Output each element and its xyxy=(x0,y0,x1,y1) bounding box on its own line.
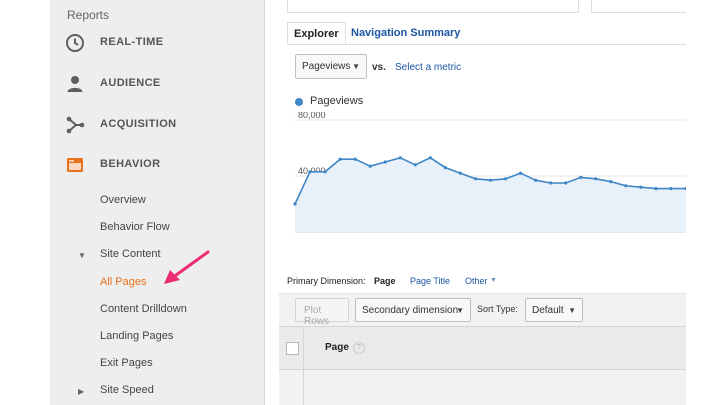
data-point xyxy=(624,184,628,188)
legend-dot-icon xyxy=(295,98,303,106)
sort-type-dropdown[interactable]: Default ▼ xyxy=(525,298,583,322)
metric-dropdown[interactable]: Pageviews ▼ xyxy=(295,54,367,79)
y-tick-label: 80,000 xyxy=(298,112,326,120)
person-icon xyxy=(67,76,83,92)
behavior-icon xyxy=(67,158,83,172)
plot-rows-label: Plot Rows xyxy=(304,305,330,327)
other-chevron-icon[interactable]: ▼ xyxy=(490,277,497,284)
data-point xyxy=(458,171,463,175)
select-metric-link[interactable]: Select a metric xyxy=(395,62,461,73)
data-point xyxy=(549,181,553,185)
data-point xyxy=(654,187,658,191)
nav-audience-label: AUDIENCE xyxy=(100,77,161,89)
nav-behavior-flow[interactable]: Behavior Flow xyxy=(100,221,170,233)
caret-right-icon[interactable]: ▶ xyxy=(78,387,84,396)
main-content: Explorer Navigation Summary Pageviews ▼ … xyxy=(279,0,686,405)
acquisition-icon xyxy=(66,116,85,134)
sort-type-label: Sort Type: xyxy=(477,304,518,314)
column-header-page[interactable]: Page xyxy=(325,342,349,353)
tabs-divider xyxy=(287,44,686,45)
nav-behavior-label: BEHAVIOR xyxy=(100,158,161,170)
top-panel xyxy=(287,0,579,13)
nav-exit-pages[interactable]: Exit Pages xyxy=(100,357,153,369)
data-point xyxy=(473,177,478,181)
pageviews-chart: 80,00040,000 xyxy=(293,112,686,233)
vs-label: vs. xyxy=(372,62,386,73)
nav-site-speed[interactable]: Site Speed xyxy=(100,384,154,396)
nav-real-time-label: REAL-TIME xyxy=(100,36,164,48)
data-point xyxy=(609,180,613,184)
reports-heading: Reports xyxy=(67,8,110,22)
data-point xyxy=(413,163,417,167)
data-point xyxy=(293,202,297,206)
secondary-dimension-label: Secondary dimension xyxy=(362,305,459,316)
legend-label: Pageviews xyxy=(310,95,364,107)
data-point xyxy=(579,175,583,179)
data-point xyxy=(594,177,598,181)
data-point xyxy=(383,160,387,164)
annotation-arrow-icon xyxy=(164,250,210,284)
nav-real-time[interactable]: REAL-TIME xyxy=(50,28,264,58)
column-divider xyxy=(303,369,304,405)
metric-dropdown-value: Pageviews xyxy=(302,61,351,72)
data-point xyxy=(443,166,447,170)
top-panel-right xyxy=(591,0,686,13)
secondary-dimension-dropdown[interactable]: Secondary dimension ▼ xyxy=(355,298,471,322)
column-divider xyxy=(303,327,304,369)
primary-dimension-current: Page xyxy=(374,276,396,286)
primary-dimension-other[interactable]: Other xyxy=(465,276,488,286)
plot-rows-button[interactable]: Plot Rows xyxy=(295,298,349,327)
chevron-down-icon: ▼ xyxy=(352,62,360,71)
data-point xyxy=(488,178,493,182)
data-point xyxy=(669,187,673,191)
data-point xyxy=(534,178,538,182)
data-point xyxy=(398,156,402,160)
nav-site-content[interactable]: Site Content xyxy=(100,248,161,260)
data-point xyxy=(428,156,432,160)
clock-icon xyxy=(66,34,84,52)
data-point xyxy=(503,177,508,181)
primary-dimension-label: Primary Dimension: xyxy=(287,276,366,286)
nav-acquisition[interactable]: ACQUISITION xyxy=(50,110,264,140)
data-point xyxy=(368,164,372,168)
tab-navigation-summary[interactable]: Navigation Summary xyxy=(345,22,466,44)
chevron-down-icon: ▼ xyxy=(456,306,464,315)
data-point xyxy=(308,170,312,174)
data-point xyxy=(564,181,568,185)
nav-audience[interactable]: AUDIENCE xyxy=(50,69,264,99)
help-icon[interactable]: ? xyxy=(353,342,365,354)
chevron-down-icon: ▼ xyxy=(568,306,576,315)
tab-explorer[interactable]: Explorer xyxy=(287,22,346,44)
primary-dimension-page-title[interactable]: Page Title xyxy=(410,276,450,286)
nav-all-pages[interactable]: All Pages xyxy=(100,276,146,288)
data-point xyxy=(338,157,342,161)
nav-acquisition-label: ACQUISITION xyxy=(100,118,177,130)
series-area xyxy=(295,157,686,232)
data-point xyxy=(518,171,523,175)
select-all-checkbox[interactable] xyxy=(286,342,299,355)
table-header: Page ? xyxy=(279,326,686,370)
nav-landing-pages[interactable]: Landing Pages xyxy=(100,330,173,342)
nav-behavior[interactable]: BEHAVIOR xyxy=(50,150,264,180)
data-point xyxy=(639,185,643,189)
sort-type-value: Default xyxy=(532,305,564,316)
data-point xyxy=(323,170,327,174)
data-point xyxy=(353,157,357,161)
sidebar: Reports REAL-TIME AUDIENCE ACQUISITION B… xyxy=(50,0,265,405)
caret-down-icon[interactable]: ▼ xyxy=(78,251,86,260)
nav-overview[interactable]: Overview xyxy=(100,194,146,206)
nav-content-drilldown[interactable]: Content Drilldown xyxy=(100,303,187,315)
